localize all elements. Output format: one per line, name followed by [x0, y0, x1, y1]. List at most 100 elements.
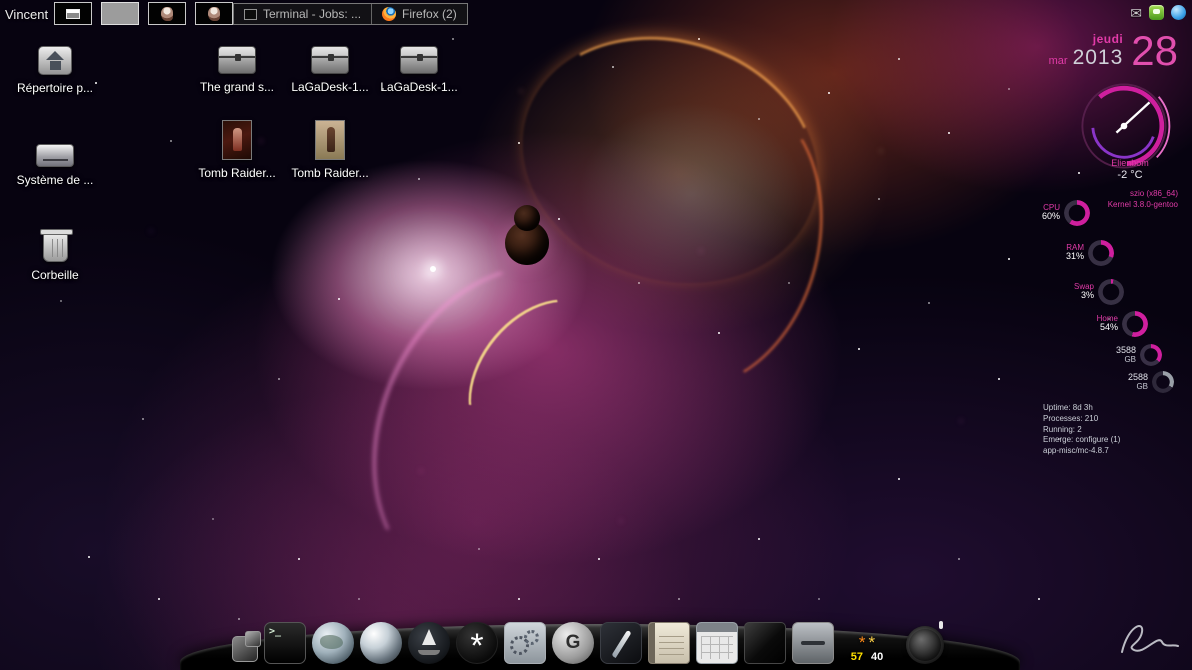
taskbar-item-firefox[interactable]: Firefox (2)	[371, 4, 467, 24]
desktop-icon-image-2[interactable]: Tomb Raider...	[284, 120, 376, 180]
taskbar-item-terminal[interactable]: Terminal - Jobs: ...	[234, 4, 371, 24]
ram-meter: RAM 31%	[1066, 240, 1114, 266]
filesystem-drive-icon	[36, 144, 74, 167]
disk-unit: GB	[1128, 383, 1148, 391]
app-thumbnail-icon	[161, 7, 173, 21]
dock-item-gimp[interactable]: G	[552, 622, 594, 664]
wallpaper-nebula	[0, 0, 1192, 670]
day-number: 28	[1131, 32, 1178, 70]
disk-ring-gauge-1	[1140, 344, 1162, 366]
network-icon[interactable]	[1171, 5, 1186, 20]
minimized-app-button-2[interactable]	[195, 2, 233, 25]
desktop-icon-archive-2[interactable]: LaGaDesk-1...	[284, 46, 376, 94]
pager-active-desk-button[interactable]	[101, 2, 139, 25]
archive-chest-icon	[218, 46, 256, 74]
weather-station-label: Elienbom	[1094, 158, 1166, 169]
mail-icon[interactable]: ✉	[1130, 6, 1142, 20]
dock-item-calendar-app[interactable]	[696, 622, 738, 664]
conky-stats: Uptime: 8d 3h Processes: 210 Running: 2 …	[1043, 403, 1120, 457]
icon-label: Corbeille	[31, 268, 78, 282]
dock-item-notes-app[interactable]	[648, 622, 690, 664]
icon-label: Répertoire p...	[17, 81, 93, 95]
dock-weather-applet[interactable]: * * 57 40	[840, 616, 894, 664]
meter-value: 54%	[1097, 323, 1118, 333]
dock-item-system-settings[interactable]	[504, 622, 546, 664]
dock-item-media-player[interactable]: *	[456, 622, 498, 664]
stat-line: Uptime: 8d 3h	[1043, 403, 1120, 414]
conky-weekday-month: jeudi mar 2013	[1049, 32, 1124, 70]
desktop-icon-home[interactable]: Répertoire p...	[9, 46, 101, 95]
system-line: szio (x86_64)	[1108, 189, 1178, 200]
dock-item-screen-app[interactable]	[744, 622, 786, 664]
dock-item-file-manager[interactable]	[408, 622, 450, 664]
icon-label: LaGaDesk-1...	[380, 80, 457, 94]
dock-item-terminal[interactable]: >_	[264, 622, 306, 664]
starfield-layer-2	[0, 0, 2, 2]
system-tray: ✉	[1130, 5, 1186, 20]
dock-item-mini-launcher[interactable]	[232, 636, 258, 662]
desktop: { "topbar": { "user_label": "Vincent", "…	[0, 0, 1192, 670]
home-ring-gauge	[1122, 311, 1148, 337]
messenger-icon[interactable]	[1149, 5, 1164, 20]
weather-high-temp: 57	[851, 651, 863, 663]
firefox-task-icon	[382, 7, 396, 21]
meter-value: 60%	[1042, 212, 1060, 222]
weekday-label: jeudi	[1049, 32, 1124, 46]
dock-item-chromium-sphere[interactable]	[360, 622, 402, 664]
meter-value: 3%	[1074, 291, 1094, 301]
cpu-ring-gauge	[1064, 200, 1090, 226]
dock-volume-speaker[interactable]	[906, 626, 944, 664]
desktop-icon-trash[interactable]: Corbeille	[9, 228, 101, 282]
desktop-icon-image-1[interactable]: Tomb Raider...	[191, 120, 283, 180]
image-thumbnail-icon	[222, 120, 252, 160]
desktop-icon-filesystem[interactable]: Système de ...	[9, 138, 101, 187]
desktop-icon-archive-3[interactable]: LaGaDesk-1...	[373, 46, 465, 94]
archive-chest-icon	[400, 46, 438, 74]
dock: >_ * G * * 57 40	[232, 616, 944, 664]
media-star-glyph: *	[457, 625, 497, 667]
stat-line: Processes: 210	[1043, 414, 1120, 425]
task-label: Terminal - Jobs: ...	[263, 7, 361, 21]
disk-value: 2588	[1128, 372, 1148, 382]
icon-label: Système de ...	[17, 173, 94, 187]
home-meter: Home 54%	[1097, 311, 1148, 337]
stat-line: app-misc/mc-4.8.7	[1043, 446, 1120, 457]
dock-item-drawer[interactable]	[792, 622, 834, 664]
month-label: mar	[1049, 55, 1068, 67]
ram-ring-gauge	[1088, 240, 1114, 266]
weather-low-temp: 40	[871, 651, 883, 663]
weather-glyph-high: *	[859, 636, 866, 650]
app-thumbnail-icon	[208, 7, 220, 21]
terminal-prompt-glyph: >_	[269, 626, 281, 637]
meter-value: 31%	[1066, 252, 1084, 262]
disk-unit: GB	[1116, 356, 1136, 364]
user-label: Vincent	[5, 7, 48, 22]
icon-label: LaGaDesk-1...	[291, 80, 368, 94]
pager-window-button[interactable]	[54, 2, 92, 25]
window-icon	[66, 9, 80, 19]
gimp-glyph: G	[552, 622, 594, 664]
taskbar: Terminal - Jobs: ... Firefox (2)	[233, 3, 468, 25]
weather-glyph-low: *	[869, 636, 876, 650]
trash-icon	[43, 233, 68, 262]
clock-hand	[1116, 102, 1149, 132]
dock-item-web-browser[interactable]	[312, 622, 354, 664]
disk-meter-1: 3588 GB	[1116, 344, 1162, 366]
disk-value: 3588	[1116, 345, 1136, 355]
home-folder-icon	[38, 46, 72, 75]
dock-item-graphics-editor[interactable]	[600, 622, 642, 664]
icon-label: The grand s...	[200, 80, 274, 94]
year-label: 2013	[1073, 46, 1124, 70]
icon-label: Tomb Raider...	[291, 166, 368, 180]
artist-signature	[1118, 616, 1182, 660]
image-thumbnail-icon	[315, 120, 345, 160]
swap-meter: Swap 3%	[1074, 279, 1124, 305]
minimized-app-button-1[interactable]	[148, 2, 186, 25]
cpu-meter: CPU 60%	[1042, 200, 1090, 226]
planet-moonlet	[514, 205, 540, 231]
desktop-icon-archive-1[interactable]: The grand s...	[191, 46, 283, 94]
stat-line: Emerge: configure (1)	[1043, 435, 1120, 446]
terminal-task-icon	[244, 9, 257, 20]
disk-ring-gauge-2	[1152, 371, 1174, 393]
pager-buttons	[54, 2, 233, 25]
